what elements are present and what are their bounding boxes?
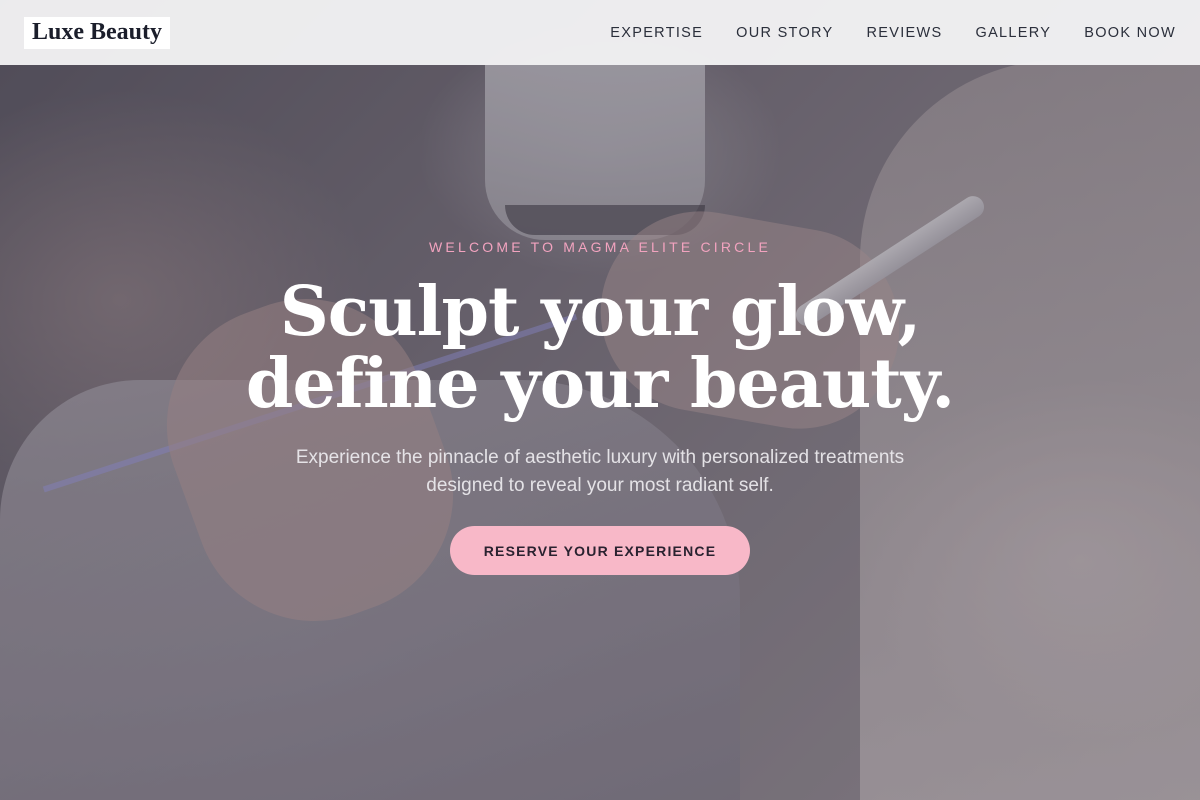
hero-subtitle: Experience the pinnacle of aesthetic lux… [280,444,920,500]
subtitle-line-2: designed to reveal your most radiant sel… [426,475,774,496]
headline-line-2: define your beauty. [245,344,955,424]
hero-headline: Sculpt your glow, define your beauty. [0,276,1200,420]
headline-line-1: Sculpt your glow, [279,272,922,352]
hero-eyebrow: WELCOME TO MAGMA ELITE CIRCLE [429,239,771,255]
reserve-experience-button[interactable]: RESERVE YOUR EXPERIENCE [450,526,750,575]
subtitle-line-1: Experience the pinnacle of aesthetic lux… [295,447,905,468]
hero-content: WELCOME TO MAGMA ELITE CIRCLE Sculpt you… [0,0,1200,800]
